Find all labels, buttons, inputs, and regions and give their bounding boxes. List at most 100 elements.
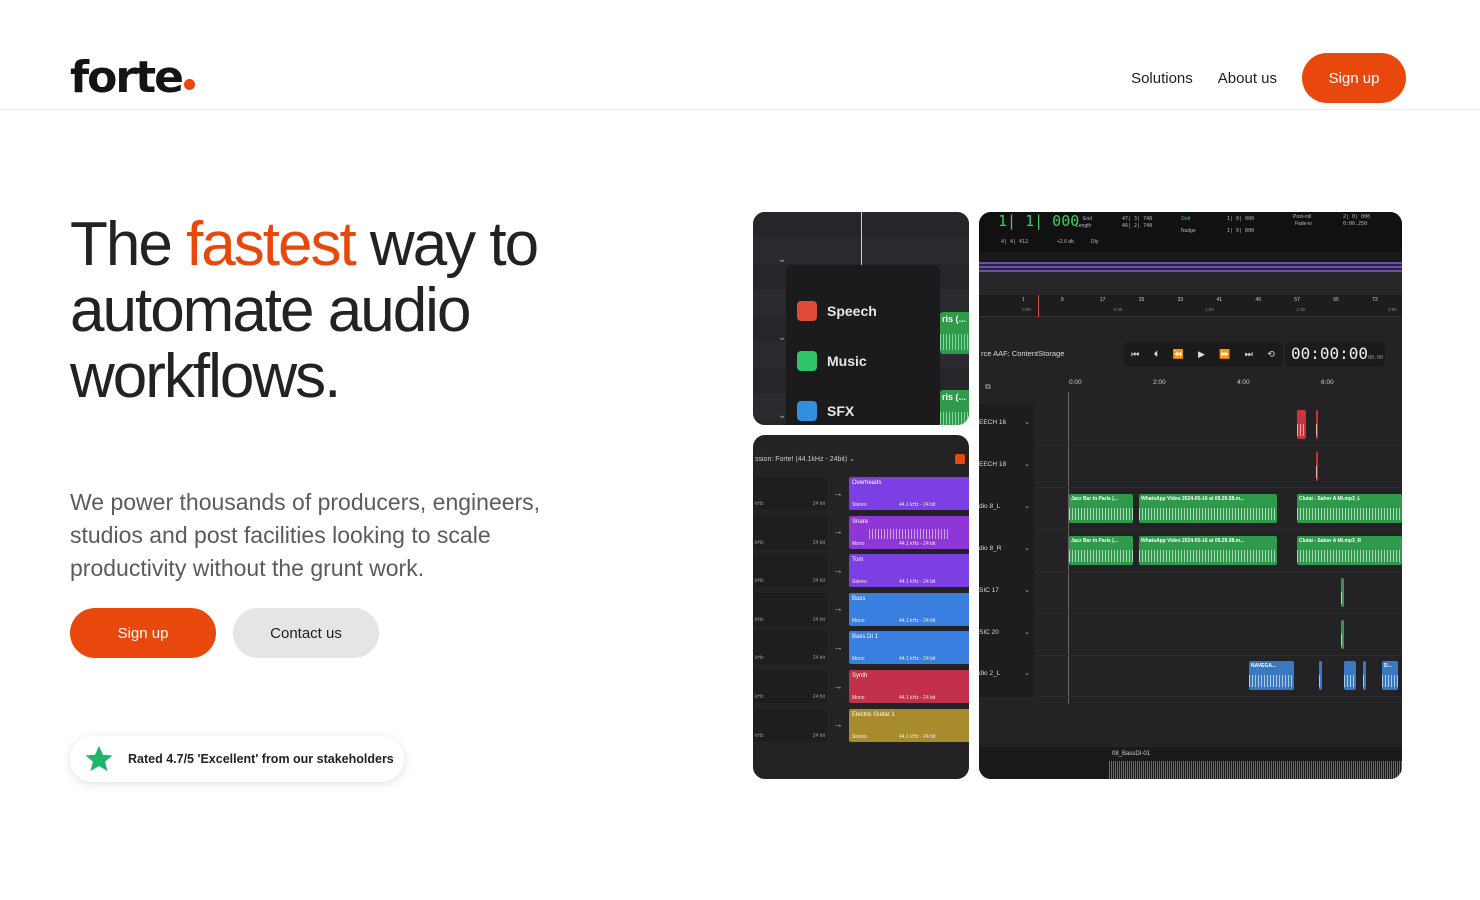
track-header[interactable]: SIC 20 ⌄: [979, 613, 1034, 656]
track-header[interactable]: SIC 17 ⌄: [979, 571, 1034, 614]
track-info: 44.1 kHz - 24 bit: [899, 695, 936, 701]
skip-back-icon[interactable]: ⏮: [1131, 349, 1139, 360]
hero-contact-button[interactable]: Contact us: [233, 608, 379, 658]
daw-track-row[interactable]: dio 8_L ⌄ Jazz Bar in Paris (... WhatsApp V…: [979, 487, 1402, 530]
session-track-row[interactable]: kHz 24 bit → Tom Stereo 44.1 kHz - 24 bit: [753, 554, 969, 588]
waveform: [1249, 675, 1294, 688]
track-io-cell: kHz 24 bit: [753, 592, 827, 626]
track-card[interactable]: Electric Guitar 1 Stereo 44.1 kHz - 24 bit: [849, 708, 969, 742]
audio-clip[interactable]: Clutai - Sabor A Mi.mp3_L: [1297, 493, 1402, 523]
track-card[interactable]: Synth Mono 44.1 kHz - 24 bit: [849, 670, 969, 703]
chevron-down-icon[interactable]: ⌄: [1024, 418, 1030, 426]
bit-depth-label: 24 bit: [812, 616, 825, 623]
waveform: [1341, 591, 1344, 604]
bit-depth-label: 24 bit: [812, 732, 825, 739]
nav-link-solutions[interactable]: Solutions: [1131, 70, 1193, 87]
timecode-display: 00:00:0000.00: [1285, 342, 1385, 366]
audio-clip[interactable]: WhatsApp Video 2024-05-16 at 09.29.58.m.…: [1139, 493, 1277, 523]
bar-ruler[interactable]: 1917253341495765730:000:301:001:302:002:…: [979, 295, 1402, 317]
clip-name: Clutai - Sabor A Mi.mp3_R: [1299, 537, 1362, 544]
audio-clip[interactable]: Jazz Bar in Paris (...: [1069, 493, 1133, 523]
audio-clip[interactable]: [1316, 410, 1318, 439]
session-track-row[interactable]: kHz 24 bit → Snare Mono 44.1 kHz - 24 bit: [753, 515, 969, 549]
audio-clip[interactable]: [1297, 410, 1306, 439]
playhead-marker[interactable]: [1038, 295, 1039, 317]
session-track-row[interactable]: kHz 24 bit → Bass DI 1 Mono 44.1 kHz - 24 bit: [753, 631, 969, 665]
track-info: 44.1 kHz - 24 bit: [899, 617, 936, 624]
track-name: EECH 16: [979, 419, 1007, 426]
track-card[interactable]: Overheads Stereo 44.1 kHz - 24 bit: [849, 477, 969, 510]
audio-clip[interactable]: WhatsApp Video 2024-05-16 at 09.29.58.m.…: [1139, 535, 1277, 565]
chevron-down-icon[interactable]: ⌄: [1024, 586, 1030, 594]
grid-value: 1| 0| 000: [1227, 216, 1255, 222]
audio-clip: ris (...: [940, 390, 969, 425]
daw-track-row[interactable]: SIC 20 ⌄: [979, 613, 1402, 656]
fadein-value: 0:00.250: [1343, 221, 1368, 227]
nudge-label: Nudge: [1181, 228, 1196, 234]
step-back-icon[interactable]: ⏴: [1154, 349, 1159, 360]
track-format: Stereo: [852, 502, 867, 508]
chevron-down-icon[interactable]: ⌄: [1024, 544, 1030, 552]
daw-track-row[interactable]: EECH 16 ⌄: [979, 404, 1402, 446]
checkbox-icon[interactable]: [955, 454, 965, 464]
category-label: Music: [827, 353, 867, 369]
nav-link-about-us[interactable]: About us: [1218, 70, 1277, 87]
audio-clip[interactable]: Clutai - Sabor A Mi.mp3_R: [1297, 535, 1402, 565]
meter-value: 4| 4| 412: [1001, 239, 1029, 245]
clip-name: ris (...: [942, 392, 967, 402]
chevron-down-icon[interactable]: ⌄: [1024, 460, 1030, 468]
track-card[interactable]: Snare Mono 44.1 kHz - 24 bit: [849, 515, 969, 549]
audio-clip[interactable]: Jazz Bar in Paris (...: [1069, 535, 1133, 565]
play-icon[interactable]: ▶: [1198, 349, 1205, 360]
track-io-cell: kHz 24 bit: [753, 477, 827, 510]
track-header[interactable]: dio 8_L ⌄: [979, 487, 1034, 530]
session-track-row[interactable]: kHz 24 bit → Electric Guitar 1 Stereo 44.1 kH…: [753, 708, 969, 742]
daw-track-row[interactable]: SIC 17 ⌄: [979, 571, 1402, 614]
arrow-right-icon: →: [833, 603, 843, 615]
track-header[interactable]: dio 8_R ⌄: [979, 529, 1034, 572]
audio-clip[interactable]: [1316, 451, 1318, 481]
track-card[interactable]: Bass Mono 44.1 kHz - 24 bit: [849, 592, 969, 626]
audio-clip[interactable]: [1341, 577, 1344, 607]
daw-track-row[interactable]: EECH 18 ⌄: [979, 445, 1402, 488]
chevron-down-icon[interactable]: ⌄: [1024, 502, 1030, 510]
category-label: SFX: [827, 403, 855, 419]
timeline-ruler[interactable]: 0:00 2:00 4:00 6:00: [1069, 375, 1402, 395]
category-item-music[interactable]: Music: [786, 336, 940, 386]
audio-clip[interactable]: D...: [1382, 661, 1398, 691]
daw-track-row[interactable]: dio 8_R ⌄ Jazz Bar in Paris (... WhatsApp V…: [979, 529, 1402, 572]
arrow-right-icon: →: [833, 681, 843, 692]
category-item-speech[interactable]: Speech: [786, 286, 940, 336]
session-track-row[interactable]: kHz 24 bit → Bass Mono 44.1 kHz - 24 bit: [753, 592, 969, 626]
clip-name: Clutai - Sabor A Mi.mp3_L: [1299, 495, 1361, 502]
loop-icon[interactable]: ⟲: [1267, 349, 1275, 360]
category-item-sfx[interactable]: SFX: [786, 386, 940, 425]
track-name: dio 8_R: [979, 544, 1002, 552]
track-header[interactable]: dio 2_L ⌄: [979, 655, 1034, 698]
track-header[interactable]: EECH 18 ⌄: [979, 445, 1034, 488]
session-track-row[interactable]: kHz 24 bit → Overheads Stereo 44.1 kHz - 24 b…: [753, 477, 969, 510]
skip-forward-icon[interactable]: ⏭: [1245, 349, 1253, 360]
copy-icon[interactable]: ⧉: [985, 382, 991, 392]
track-header[interactable]: EECH 16 ⌄: [979, 404, 1034, 446]
waveform: [940, 412, 969, 425]
track-card[interactable]: Bass DI 1 Mono 44.1 kHz - 24 bit: [849, 631, 969, 665]
ruler-bar-label: 65: [1333, 297, 1339, 303]
hero-signup-button[interactable]: Sign up: [70, 608, 216, 658]
chevron-down-icon[interactable]: ⌄: [1024, 669, 1030, 677]
audio-clip[interactable]: [1344, 661, 1356, 691]
forte-logo[interactable]: forte: [70, 52, 195, 104]
daw-track-row[interactable]: dio 2_L ⌄ NAVEGA... D...: [979, 655, 1402, 698]
track-card[interactable]: Tom Stereo 44.1 kHz - 24 bit: [849, 554, 969, 588]
audio-clip[interactable]: NAVEGA...: [1249, 661, 1294, 691]
fast-forward-icon[interactable]: ⏩: [1219, 349, 1230, 360]
waveform: [1297, 549, 1402, 562]
chevron-down-icon[interactable]: ⌄: [1024, 628, 1030, 636]
audio-clip[interactable]: [1319, 661, 1322, 691]
header-signup-button[interactable]: Sign up: [1302, 53, 1406, 103]
audio-clip[interactable]: [1363, 661, 1366, 691]
audio-clip[interactable]: [1341, 619, 1344, 649]
rewind-icon[interactable]: ⏪: [1172, 349, 1183, 360]
session-track-row[interactable]: kHz 24 bit → Synth Mono 44.1 kHz - 24 bit: [753, 670, 969, 703]
arrow-right-icon: →: [833, 526, 843, 538]
